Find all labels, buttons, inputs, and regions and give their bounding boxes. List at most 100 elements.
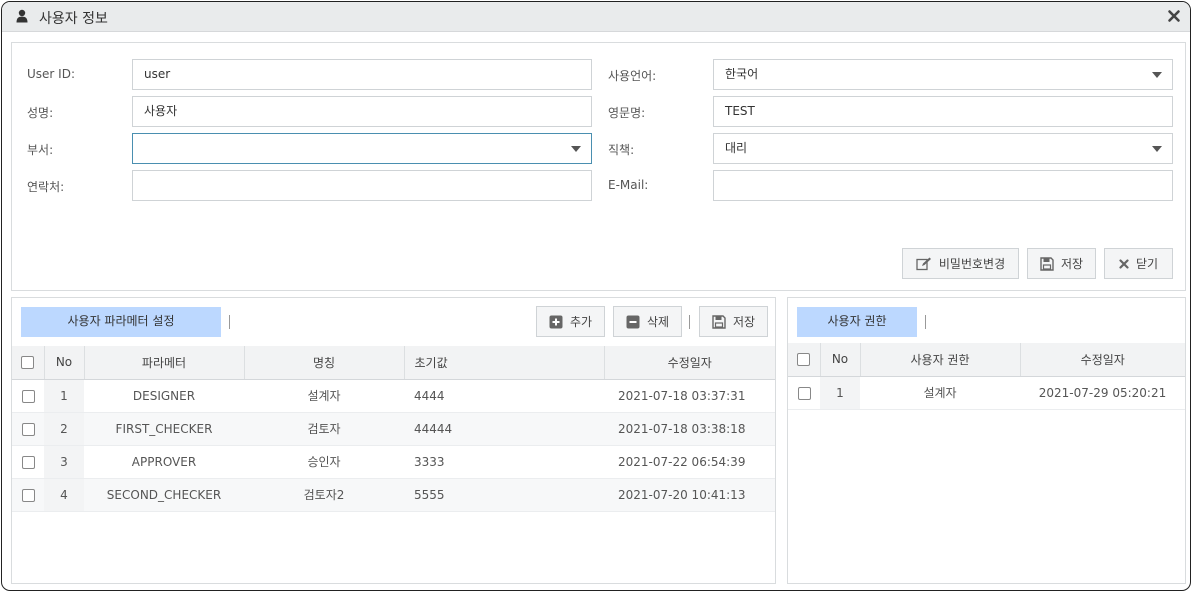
auth-cell: 설계자 xyxy=(860,376,1020,410)
floppy-icon xyxy=(1040,256,1054,271)
row-checkbox[interactable] xyxy=(21,488,35,502)
window-title: 사용자 정보 xyxy=(39,11,108,27)
params-delete-label: 삭제 xyxy=(646,315,670,329)
chevron-down-icon xyxy=(1152,72,1162,78)
table-row[interactable]: 3 APPROVER 승인자 3333 2021-07-22 06:54:39 xyxy=(12,445,775,479)
auth-table: No 사용자 권한 수정일자 1 설계자 2021-07-29 05:20:21 xyxy=(788,343,1185,410)
language-value: 한국어 xyxy=(725,67,759,81)
button-divider xyxy=(689,315,690,329)
dept-select[interactable] xyxy=(132,133,592,164)
row-select-cell xyxy=(12,445,44,479)
name-cell: 승인자 xyxy=(244,445,404,479)
close-icon[interactable] xyxy=(1166,8,1182,24)
row-checkbox[interactable] xyxy=(21,389,35,403)
user-form-panel: User ID: user 성명: 사용자 부서: 연락처: 사용언어: 한국어… xyxy=(11,42,1186,291)
form-save-button[interactable]: 저장 xyxy=(1027,248,1096,279)
dept-label: 부서: xyxy=(27,143,54,157)
select-all-cell xyxy=(12,346,45,380)
user-id-label: User ID: xyxy=(27,67,75,81)
params-save-label: 저장 xyxy=(732,315,756,329)
params-table: No 파라메터 명칭 초기값 수정일자 1 DESIGNER 설계자 4444 … xyxy=(12,346,775,512)
param-cell: DESIGNER xyxy=(84,379,244,413)
column-header[interactable]: 명칭 xyxy=(244,346,405,380)
chevron-down-icon xyxy=(571,146,581,152)
name-label: 성명: xyxy=(27,106,54,120)
row-no: 3 xyxy=(44,445,84,479)
column-header[interactable]: 수정일자 xyxy=(604,346,775,380)
column-header[interactable]: 초기값 xyxy=(404,346,605,380)
row-select-cell xyxy=(12,478,44,512)
row-no: 2 xyxy=(44,412,84,446)
change-password-label: 비밀번호변경 xyxy=(938,257,1006,271)
params-save-button[interactable]: 저장 xyxy=(699,306,768,337)
name-cell: 검토자 xyxy=(244,412,404,446)
auth-tab-title: 사용자 권한 xyxy=(797,307,917,337)
select-all-checkbox[interactable] xyxy=(21,356,35,370)
column-header[interactable]: 사용자 권한 xyxy=(860,343,1021,377)
form-close-label: 닫기 xyxy=(1135,257,1159,271)
user-icon xyxy=(16,9,28,23)
title-bar: 사용자 정보 xyxy=(2,2,1190,32)
row-no: 4 xyxy=(44,478,84,512)
tab-divider xyxy=(925,315,926,329)
params-delete-button[interactable]: 삭제 xyxy=(613,306,682,337)
email-field[interactable] xyxy=(713,170,1173,201)
param-cell: SECOND_CHECKER xyxy=(84,478,244,512)
minus-square-icon xyxy=(626,315,640,328)
date-cell: 2021-07-20 10:41:13 xyxy=(604,478,775,512)
column-header[interactable]: No xyxy=(820,343,861,377)
row-checkbox[interactable] xyxy=(21,422,35,436)
change-password-button[interactable]: 비밀번호변경 xyxy=(902,248,1019,279)
language-label: 사용언어: xyxy=(608,69,657,83)
param-cell: FIRST_CHECKER xyxy=(84,412,244,446)
select-all-checkbox[interactable] xyxy=(797,353,811,367)
user-params-panel: 사용자 파라메터 설정 추가 삭제 저장 No 파라메터 명칭 초기값 수정일자… xyxy=(11,297,776,584)
name-cell: 설계자 xyxy=(244,379,404,413)
name-cell: 검토자2 xyxy=(244,478,404,512)
tab-divider xyxy=(229,315,230,329)
init-cell: 4444 xyxy=(404,379,604,413)
column-header[interactable]: No xyxy=(44,346,85,380)
name-field[interactable]: 사용자 xyxy=(132,96,592,127)
eng-name-field[interactable]: TEST xyxy=(713,96,1173,127)
date-cell: 2021-07-29 05:20:21 xyxy=(1020,376,1185,410)
row-no: 1 xyxy=(820,376,860,410)
row-checkbox[interactable] xyxy=(797,386,811,400)
row-checkbox[interactable] xyxy=(21,455,35,469)
row-select-cell xyxy=(788,376,820,410)
form-close-button[interactable]: 닫기 xyxy=(1104,248,1173,279)
table-row[interactable]: 1 설계자 2021-07-29 05:20:21 xyxy=(788,376,1185,410)
table-row[interactable]: 1 DESIGNER 설계자 4444 2021-07-18 03:37:31 xyxy=(12,379,775,413)
table-row[interactable]: 4 SECOND_CHECKER 검토자2 5555 2021-07-20 10… xyxy=(12,478,775,512)
table-header-row: No 파라메터 명칭 초기값 수정일자 xyxy=(12,346,775,380)
user-id-field[interactable]: user xyxy=(132,59,592,90)
form-save-label: 저장 xyxy=(1060,257,1084,271)
table-header-row: No 사용자 권한 수정일자 xyxy=(788,343,1185,377)
select-all-cell xyxy=(788,343,821,377)
init-cell: 44444 xyxy=(404,412,604,446)
init-cell: 3333 xyxy=(404,445,604,479)
position-value: 대리 xyxy=(725,141,748,155)
email-label: E-Mail: xyxy=(608,178,649,192)
position-select[interactable]: 대리 xyxy=(713,133,1173,164)
table-row[interactable]: 2 FIRST_CHECKER 검토자 44444 2021-07-18 03:… xyxy=(12,412,775,446)
row-select-cell xyxy=(12,412,44,446)
column-header[interactable]: 파라메터 xyxy=(84,346,245,380)
floppy-icon xyxy=(712,314,726,329)
edit-icon xyxy=(916,257,931,270)
chevron-down-icon xyxy=(1152,146,1162,152)
init-cell: 5555 xyxy=(404,478,604,512)
user-auth-panel: 사용자 권한 No 사용자 권한 수정일자 1 설계자 2021-07-29 0… xyxy=(787,297,1186,584)
params-add-button[interactable]: 추가 xyxy=(536,306,605,337)
contact-field[interactable] xyxy=(132,170,592,201)
param-cell: APPROVER xyxy=(84,445,244,479)
row-no: 1 xyxy=(44,379,84,413)
column-header[interactable]: 수정일자 xyxy=(1020,343,1185,377)
date-cell: 2021-07-22 06:54:39 xyxy=(604,445,775,479)
params-tab-title: 사용자 파라메터 설정 xyxy=(21,307,221,337)
language-select[interactable]: 한국어 xyxy=(713,59,1173,90)
eng-name-label: 영문명: xyxy=(608,106,646,120)
position-label: 직책: xyxy=(608,143,635,157)
params-add-label: 추가 xyxy=(569,315,593,329)
date-cell: 2021-07-18 03:37:31 xyxy=(604,379,775,413)
